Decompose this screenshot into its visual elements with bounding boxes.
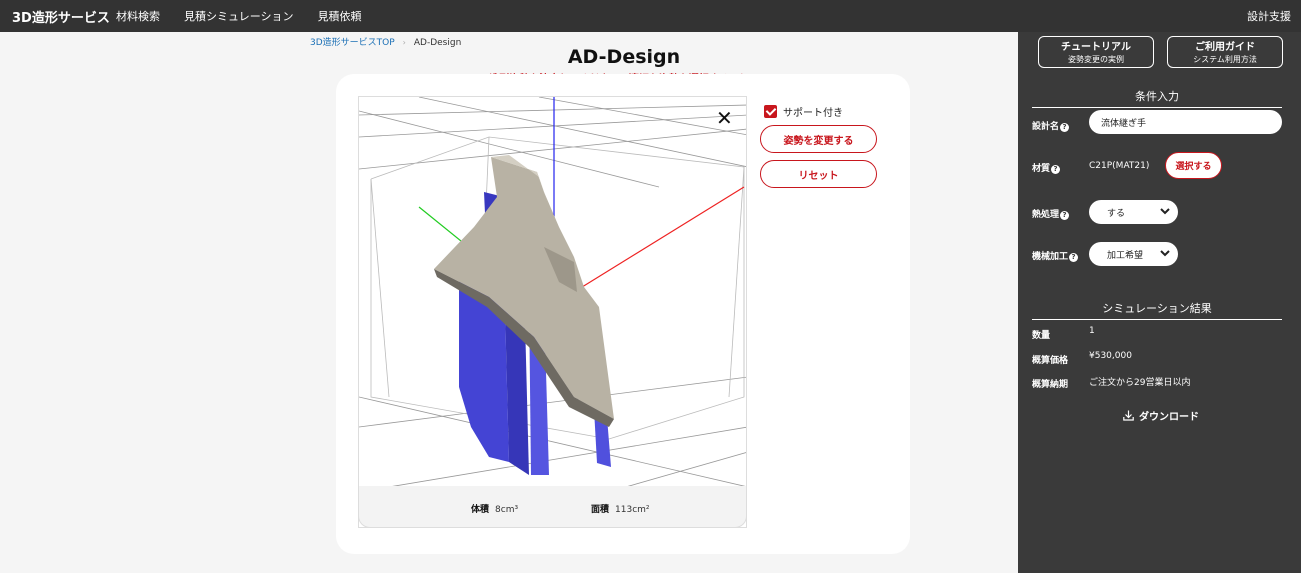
model-canvas[interactable] xyxy=(359,97,747,528)
usage-guide-subtitle: システム利用方法 xyxy=(1193,55,1257,64)
help-icon[interactable]: ? xyxy=(1069,253,1079,262)
download-icon xyxy=(1123,410,1134,421)
machining-value: 加工希望 xyxy=(1107,250,1144,261)
material-label: 材質 xyxy=(1032,164,1051,174)
support-label: サポート付き xyxy=(783,108,843,119)
brand-logo[interactable]: 3D造形サービス xyxy=(0,7,116,26)
tutorial-button[interactable]: チュートリアル 姿勢変更の実例 xyxy=(1038,36,1154,68)
model-metrics: 体積 8cm³ 面積 113cm² xyxy=(358,486,747,528)
quantity-label: 数量 xyxy=(1032,331,1051,341)
tutorial-subtitle: 姿勢変更の実例 xyxy=(1068,55,1124,64)
select-material-button[interactable]: 選択する xyxy=(1165,152,1222,179)
heat-treatment-select[interactable]: する xyxy=(1089,200,1178,224)
area-metric: 面積 113cm² xyxy=(591,502,650,515)
download-button[interactable]: ダウンロード xyxy=(1123,408,1199,423)
nav-estimate-simulation[interactable]: 見積シミュレーション xyxy=(172,8,306,24)
close-icon[interactable]: ✕ xyxy=(716,108,733,128)
design-name-label: 設計名 xyxy=(1032,122,1060,132)
results-title: シミュレーション結果 xyxy=(1032,300,1282,320)
chevron-down-icon xyxy=(1160,208,1170,215)
reset-button[interactable]: リセット xyxy=(760,160,877,188)
support-checkbox[interactable] xyxy=(764,105,777,118)
change-orientation-button[interactable]: 姿勢を変更する xyxy=(760,125,877,153)
3d-model-viewer[interactable] xyxy=(358,96,747,528)
nav-design-support[interactable]: 設計支援 xyxy=(1247,8,1301,24)
chevron-down-icon xyxy=(1160,250,1170,257)
material-label-row: 材質? xyxy=(1032,161,1061,174)
volume-metric: 体積 8cm³ xyxy=(471,502,518,515)
tutorial-title: チュートリアル xyxy=(1061,42,1131,53)
nav-material-search[interactable]: 材料検索 xyxy=(116,8,172,24)
machining-select[interactable]: 加工希望 xyxy=(1089,242,1178,266)
conditions-title: 条件入力 xyxy=(1032,88,1282,108)
delivery-label: 概算納期 xyxy=(1032,380,1069,390)
machining-label-row: 機械加工? xyxy=(1032,249,1079,262)
machining-label: 機械加工 xyxy=(1032,252,1069,262)
usage-guide-title: ご利用ガイド xyxy=(1195,42,1255,53)
main-nav: 材料検索 見積シミュレーション 見積依頼 xyxy=(116,8,374,24)
design-name-input[interactable] xyxy=(1089,110,1282,134)
nav-estimate-request[interactable]: 見積依頼 xyxy=(306,8,374,24)
support-option[interactable]: サポート付き xyxy=(764,104,843,119)
delivery-value: ご注文から29営業日以内 xyxy=(1089,378,1191,388)
heat-treatment-value: する xyxy=(1107,208,1126,219)
area-value: 113cm² xyxy=(615,505,650,515)
help-icon[interactable]: ? xyxy=(1051,165,1061,174)
help-icon[interactable]: ? xyxy=(1060,211,1070,220)
heat-treatment-label-row: 熱処理? xyxy=(1032,207,1070,220)
volume-label: 体積 xyxy=(471,505,490,515)
price-value: ¥530,000 xyxy=(1089,351,1132,361)
design-name-label-row: 設計名? xyxy=(1032,119,1070,132)
price-label: 概算価格 xyxy=(1032,356,1069,366)
heat-treatment-label: 熱処理 xyxy=(1032,210,1060,220)
material-value: C21P(MAT21) xyxy=(1089,161,1150,171)
area-label: 面積 xyxy=(591,505,610,515)
help-icon[interactable]: ? xyxy=(1060,123,1070,132)
top-navbar: 3D造形サービス 材料検索 見積シミュレーション 見積依頼 設計支援 xyxy=(0,0,1301,32)
usage-guide-button[interactable]: ご利用ガイド システム利用方法 xyxy=(1167,36,1283,68)
volume-value: 8cm³ xyxy=(495,505,519,515)
quantity-value: 1 xyxy=(1089,326,1095,336)
sidebar: チュートリアル 姿勢変更の実例 ご利用ガイド システム利用方法 条件入力 設計名… xyxy=(1018,32,1301,573)
download-label: ダウンロード xyxy=(1139,412,1199,423)
